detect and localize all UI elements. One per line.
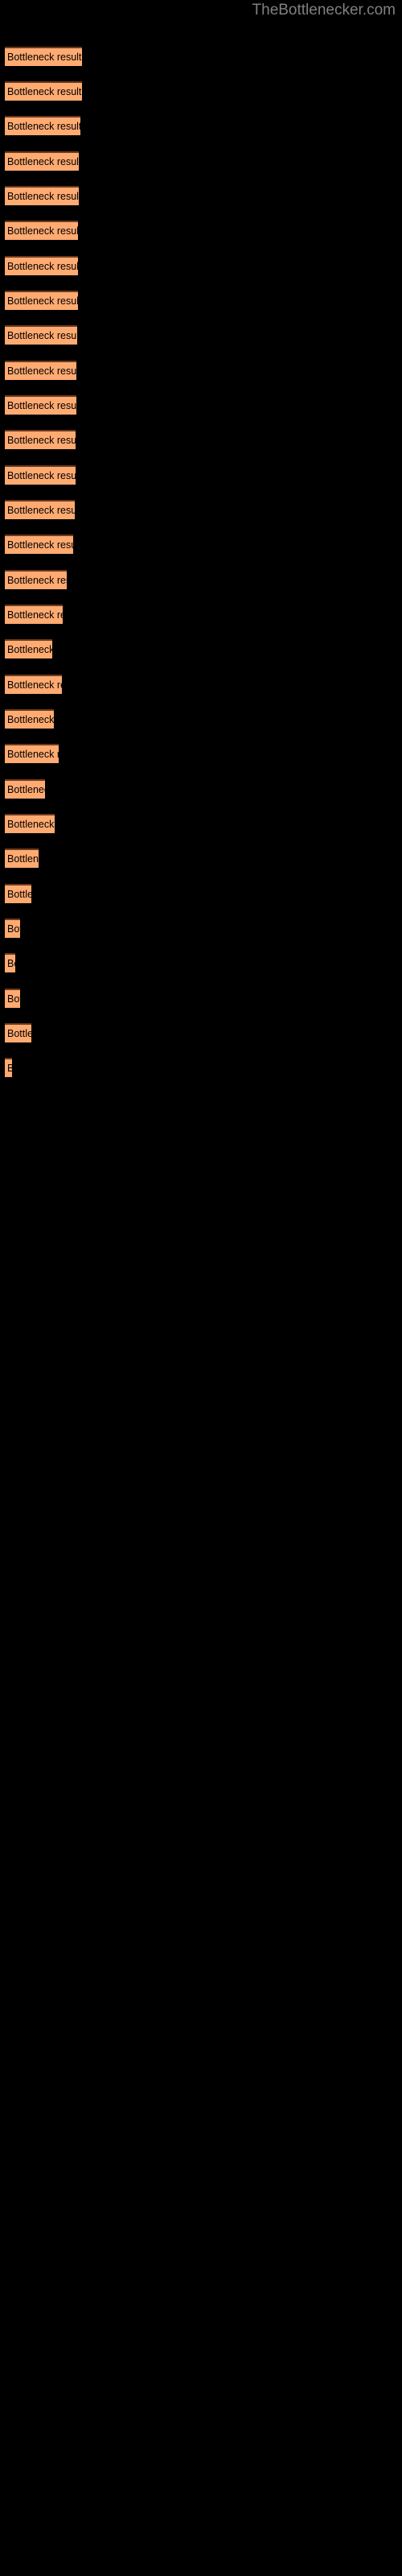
bar-label: Bottleneck result bbox=[7, 644, 52, 655]
bar-row: Bottleneck result bbox=[0, 605, 402, 625]
bar-label: Bottleneck result bbox=[7, 400, 76, 411]
bar: Bottleneck result bbox=[5, 1058, 12, 1077]
bar-label: Bottleneck result bbox=[7, 749, 59, 760]
bar-row: Bottleneck result bbox=[0, 256, 402, 277]
bar: Bottleneck result bbox=[5, 570, 67, 589]
bar-row: Bottleneck result bbox=[0, 919, 402, 939]
bar: Bottleneck result bbox=[5, 989, 20, 1008]
bar: Bottleneck result bbox=[5, 639, 52, 658]
bar-row: Bottleneck result bbox=[0, 709, 402, 730]
bar: Bottleneck result bbox=[5, 291, 78, 310]
bar: Bottleneck result bbox=[5, 81, 82, 101]
bar-row: Bottleneck result bbox=[0, 500, 402, 521]
bar: Bottleneck result bbox=[5, 186, 79, 205]
bar-label: Bottleneck result bbox=[7, 121, 80, 132]
bar: Bottleneck result bbox=[5, 465, 76, 485]
bar-row: Bottleneck result bbox=[0, 989, 402, 1009]
bar-label: Bottleneck result bbox=[7, 784, 45, 795]
bottleneck-bar-chart: Bottleneck result Bottleneck result Bottle… bbox=[0, 0, 402, 2576]
bar-row: Bottleneck result bbox=[0, 744, 402, 765]
bar-label: Bottleneck result bbox=[7, 679, 62, 691]
bar: Bottleneck result bbox=[5, 1023, 31, 1042]
bar-label: Bottleneck result bbox=[7, 575, 67, 586]
bar-row: Bottleneck result bbox=[0, 151, 402, 172]
bar: Bottleneck result bbox=[5, 744, 59, 763]
bar: Bottleneck result bbox=[5, 325, 77, 345]
bar: Bottleneck result bbox=[5, 953, 15, 972]
bar-row: Bottleneck result bbox=[0, 116, 402, 137]
bar-row: Bottleneck result bbox=[0, 953, 402, 974]
bar-row: Bottleneck result bbox=[0, 325, 402, 346]
bar-row: Bottleneck result bbox=[0, 465, 402, 486]
bar: Bottleneck result bbox=[5, 500, 75, 519]
bar-label: Bottleneck result bbox=[7, 156, 79, 167]
bar-label: Bottleneck result bbox=[7, 295, 78, 307]
bar-row: Bottleneck result bbox=[0, 884, 402, 905]
bar-label: Bottleneck result bbox=[7, 609, 63, 621]
bar-label: Bottleneck result bbox=[7, 365, 76, 377]
bar-label: Bottleneck result bbox=[7, 261, 78, 272]
bar: Bottleneck result bbox=[5, 779, 45, 799]
bar-label: Bottleneck result bbox=[7, 1063, 12, 1074]
bar: Bottleneck result bbox=[5, 151, 79, 171]
bar-label: Bottleneck result bbox=[7, 539, 73, 551]
bar: Bottleneck result bbox=[5, 430, 76, 449]
bar-row: Bottleneck result bbox=[0, 395, 402, 416]
bar-label: Bottleneck result bbox=[7, 435, 76, 446]
bar: Bottleneck result bbox=[5, 221, 78, 240]
bar-row: Bottleneck result bbox=[0, 186, 402, 207]
bar-label: Bottleneck result bbox=[7, 714, 54, 725]
bar-row: Bottleneck result bbox=[0, 81, 402, 102]
bar-row: Bottleneck result bbox=[0, 570, 402, 591]
bar-row: Bottleneck result bbox=[0, 47, 402, 68]
bar-label: Bottleneck result bbox=[7, 889, 31, 900]
bar: Bottleneck result bbox=[5, 919, 20, 938]
bar-row: Bottleneck result bbox=[0, 848, 402, 869]
bar: Bottleneck result bbox=[5, 116, 80, 135]
bar-label: Bottleneck result bbox=[7, 923, 20, 935]
bar-row: Bottleneck result bbox=[0, 535, 402, 555]
bar-label: Bottleneck result bbox=[7, 853, 39, 865]
bar: Bottleneck result bbox=[5, 535, 73, 554]
bar-row: Bottleneck result bbox=[0, 361, 402, 382]
bar-label: Bottleneck result bbox=[7, 993, 20, 1005]
bar-label: Bottleneck result bbox=[7, 470, 76, 481]
bar: Bottleneck result bbox=[5, 814, 55, 833]
bar: Bottleneck result bbox=[5, 256, 78, 275]
bar-row: Bottleneck result bbox=[0, 675, 402, 696]
bar-label: Bottleneck result bbox=[7, 1028, 31, 1039]
bar: Bottleneck result bbox=[5, 47, 82, 66]
bar: Bottleneck result bbox=[5, 395, 76, 415]
bar-label: Bottleneck result bbox=[7, 958, 15, 969]
bar-row: Bottleneck result bbox=[0, 221, 402, 242]
bar: Bottleneck result bbox=[5, 675, 62, 694]
bar-label: Bottleneck result bbox=[7, 225, 78, 237]
bar-row: Bottleneck result bbox=[0, 1023, 402, 1044]
bar-row: Bottleneck result bbox=[0, 430, 402, 451]
bar-label: Bottleneck result bbox=[7, 52, 82, 63]
bar-label: Bottleneck result bbox=[7, 330, 77, 341]
bar-label: Bottleneck result bbox=[7, 819, 55, 830]
bar-row: Bottleneck result bbox=[0, 814, 402, 835]
bar-row: Bottleneck result bbox=[0, 639, 402, 660]
bar-row: Bottleneck result bbox=[0, 291, 402, 312]
bar-label: Bottleneck result bbox=[7, 191, 79, 202]
bar: Bottleneck result bbox=[5, 884, 31, 903]
bar: Bottleneck result bbox=[5, 848, 39, 868]
bar-row: Bottleneck result bbox=[0, 1058, 402, 1079]
bar-label: Bottleneck result bbox=[7, 86, 82, 97]
bar: Bottleneck result bbox=[5, 709, 54, 729]
bar: Bottleneck result bbox=[5, 605, 63, 624]
bar-label: Bottleneck result bbox=[7, 505, 75, 516]
bar-row: Bottleneck result bbox=[0, 779, 402, 800]
bar: Bottleneck result bbox=[5, 361, 76, 380]
